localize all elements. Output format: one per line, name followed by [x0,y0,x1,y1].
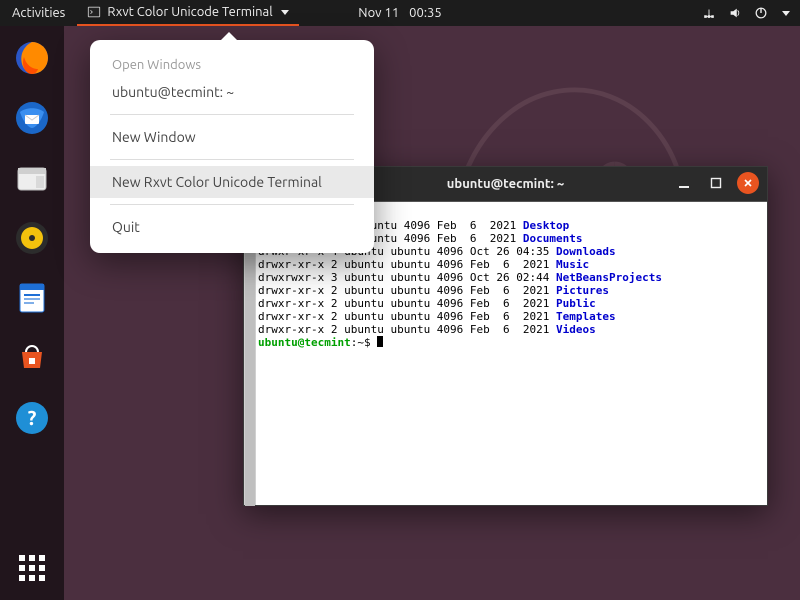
ctx-open-window-0[interactable]: ubuntu@tecmint: ~ [90,76,374,108]
ctx-section-open-windows: Open Windows [90,54,374,76]
dir-name: NetBeansProjects [556,271,662,284]
ls-row: drwxr-xr-x 2 ubuntu ubuntu 4096 Feb 6 20… [258,258,763,271]
prompt-user: ubuntu@tecmint [258,336,351,349]
app-context-menu: Open Windows ubuntu@tecmint: ~ New Windo… [90,40,374,253]
ls-row: drwxrwxr-x 3 ubuntu ubuntu 4096 Oct 26 0… [258,271,763,284]
dir-name: Downloads [556,245,616,258]
ctx-quit[interactable]: Quit [90,211,374,243]
close-button[interactable] [737,172,759,194]
minimize-button[interactable] [673,172,695,194]
ctx-separator [110,159,354,160]
ls-row: drwxr-xr-x 2 ubuntu ubuntu 4096 Feb 6 20… [258,284,763,297]
ls-row: drwxr-xr-x 2 ubuntu ubuntu 4096 Feb 6 20… [258,297,763,310]
dock-item-files[interactable] [8,154,56,202]
ls-row: drwxr-xr-x 2 ubuntu ubuntu 4096 Feb 6 20… [258,310,763,323]
ctx-new-window[interactable]: New Window [90,121,374,153]
ctx-new-terminal[interactable]: New Rxvt Color Unicode Terminal [90,166,374,198]
dir-name: Public [556,297,596,310]
ls-row: drwxr-xr-x 2 ubuntu ubuntu 4096 Feb 6 20… [258,323,763,336]
dock: ? [0,26,64,600]
show-apps-button[interactable] [8,544,56,592]
activities-button[interactable]: Activities [0,0,77,26]
clock-button[interactable]: Nov 11 00:35 [358,6,441,20]
dock-item-libreoffice-writer[interactable] [8,274,56,322]
system-status-area[interactable] [692,6,800,20]
app-menu-label: Rxvt Color Unicode Terminal [107,5,272,19]
dock-item-firefox[interactable] [8,34,56,82]
clock-time: 00:35 [409,6,442,20]
clock-date: Nov 11 [358,6,399,20]
prompt-line: ubuntu@tecmint:~$ [258,336,763,349]
chevron-down-icon [281,10,289,15]
maximize-button[interactable] [705,172,727,194]
ctx-separator [110,204,354,205]
volume-icon [728,6,742,20]
dir-name: Pictures [556,284,609,297]
dock-item-thunderbird[interactable] [8,94,56,142]
dock-item-software[interactable] [8,334,56,382]
dir-name: Documents [523,232,583,245]
dir-name: Music [556,258,589,271]
gnome-top-bar: Activities Rxvt Color Unicode Terminal N… [0,0,800,26]
cursor [377,336,383,347]
prompt-path: :~$ [351,336,378,349]
ctx-separator [110,114,354,115]
chevron-down-icon [782,11,790,16]
app-menu-button[interactable]: Rxvt Color Unicode Terminal [77,0,298,26]
dock-item-help[interactable]: ? [8,394,56,442]
dir-name: Desktop [523,219,569,232]
terminal-title: ubuntu@tecmint: ~ [447,177,564,191]
dock-item-rhythmbox[interactable] [8,214,56,262]
network-icon [702,6,716,20]
power-icon [754,6,768,20]
svg-text:?: ? [28,406,37,429]
terminal-app-icon [87,5,101,19]
dir-name: Videos [556,323,596,336]
dir-name: Templates [556,310,616,323]
apps-grid-icon [19,555,45,581]
activities-label: Activities [12,6,65,20]
